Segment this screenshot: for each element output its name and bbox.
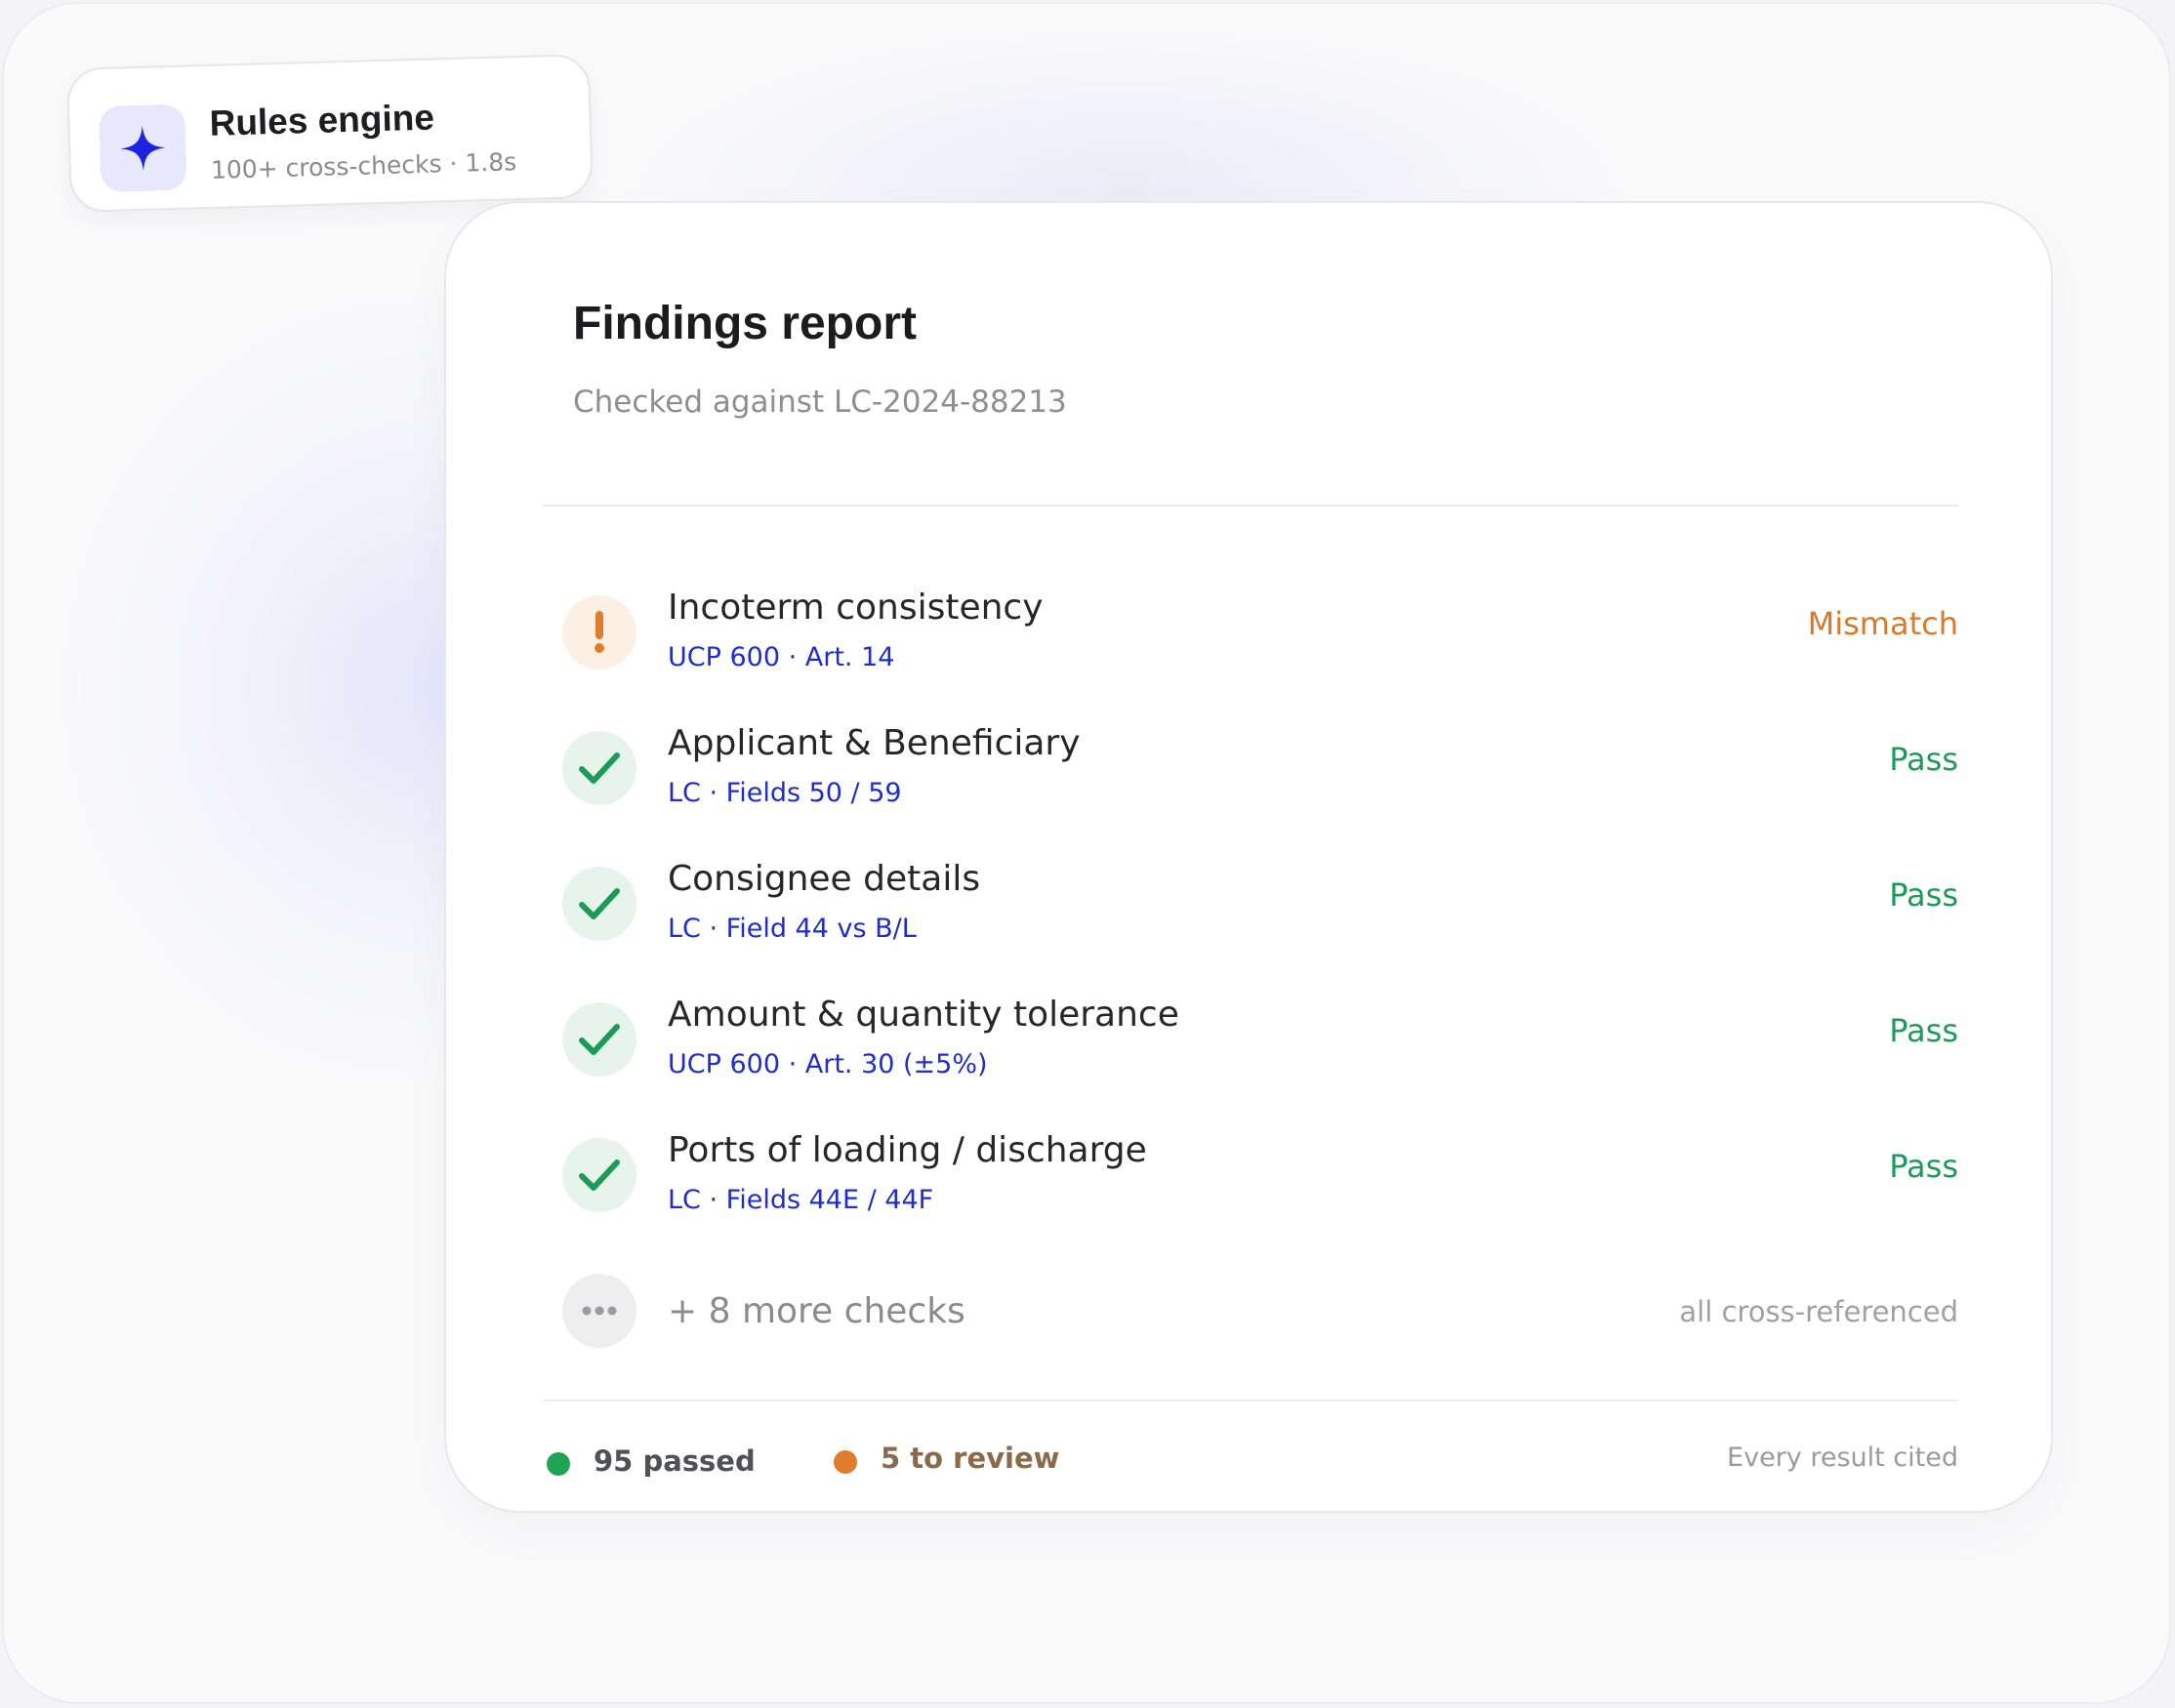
checkmark-icon bbox=[562, 867, 636, 941]
finding-row-amount[interactable]: Amount & quantity tolerance UCP 600 · Ar… bbox=[543, 983, 1958, 1100]
rules-engine-badge: Rules engine 100+ cross-checks · 1.8s bbox=[66, 54, 594, 213]
finding-title: Consignee details bbox=[668, 859, 981, 899]
passed-count: 95 passed bbox=[594, 1444, 756, 1478]
badge-subtitle: 100+ cross-checks · 1.8s bbox=[210, 147, 517, 184]
status-badge: Pass bbox=[1889, 1012, 1958, 1049]
finding-title: Applicant & Beneficiary bbox=[668, 723, 1081, 763]
checkmark-icon bbox=[562, 1138, 636, 1212]
review-dot-icon bbox=[834, 1450, 857, 1474]
finding-reference: UCP 600 · Art. 30 (±5%) bbox=[668, 1049, 988, 1079]
checkmark-icon bbox=[562, 731, 636, 805]
report-title: Findings report bbox=[573, 298, 917, 349]
finding-row-consignee[interactable]: Consignee details LC · Field 44 vs B/L P… bbox=[543, 847, 1958, 964]
finding-title: Amount & quantity tolerance bbox=[668, 995, 1179, 1035]
checkmark-icon bbox=[562, 1002, 636, 1077]
report-subtitle: Checked against LC-2024-88213 bbox=[573, 385, 1067, 420]
status-badge: Pass bbox=[1889, 1148, 1958, 1185]
review-count: 5 to review bbox=[881, 1442, 1060, 1475]
passed-dot-icon bbox=[547, 1452, 570, 1476]
finding-title: Ports of loading / discharge bbox=[668, 1130, 1147, 1170]
finding-row-applicant[interactable]: Applicant & Beneficiary LC · Fields 50 /… bbox=[543, 712, 1958, 829]
finding-reference: LC · Field 44 vs B/L bbox=[668, 914, 917, 944]
finding-row-incoterm[interactable]: Incoterm consistency UCP 600 · Art. 14 M… bbox=[543, 576, 1958, 693]
status-badge: Pass bbox=[1889, 876, 1958, 914]
more-checks-note: all cross-referenced bbox=[1679, 1295, 1958, 1328]
finding-row-ports[interactable]: Ports of loading / discharge LC · Fields… bbox=[543, 1118, 1958, 1236]
more-checks-row[interactable]: + 8 more checks all cross-referenced bbox=[543, 1254, 1958, 1371]
findings-report-card: Findings report Checked against LC-2024-… bbox=[444, 201, 2053, 1513]
sparkle-icon bbox=[99, 103, 187, 193]
finding-title: Incoterm consistency bbox=[668, 588, 1044, 628]
divider bbox=[543, 1400, 1958, 1402]
finding-reference: LC · Fields 50 / 59 bbox=[668, 778, 902, 808]
badge-title: Rules engine bbox=[209, 97, 435, 143]
finding-reference: LC · Fields 44E / 44F bbox=[668, 1185, 934, 1215]
canvas: Rules engine 100+ cross-checks · 1.8s Fi… bbox=[2, 2, 2171, 1704]
more-checks-label: + 8 more checks bbox=[668, 1291, 965, 1331]
ellipsis-icon bbox=[562, 1274, 636, 1348]
status-badge: Pass bbox=[1889, 741, 1958, 778]
status-badge: Mismatch bbox=[1807, 605, 1958, 642]
summary-footer: 95 passed 5 to review Every result cited bbox=[543, 1431, 1958, 1489]
exclamation-icon bbox=[562, 595, 636, 670]
divider bbox=[543, 505, 1958, 507]
footer-note: Every result cited bbox=[1727, 1443, 1958, 1473]
finding-reference: UCP 600 · Art. 14 bbox=[668, 642, 895, 672]
